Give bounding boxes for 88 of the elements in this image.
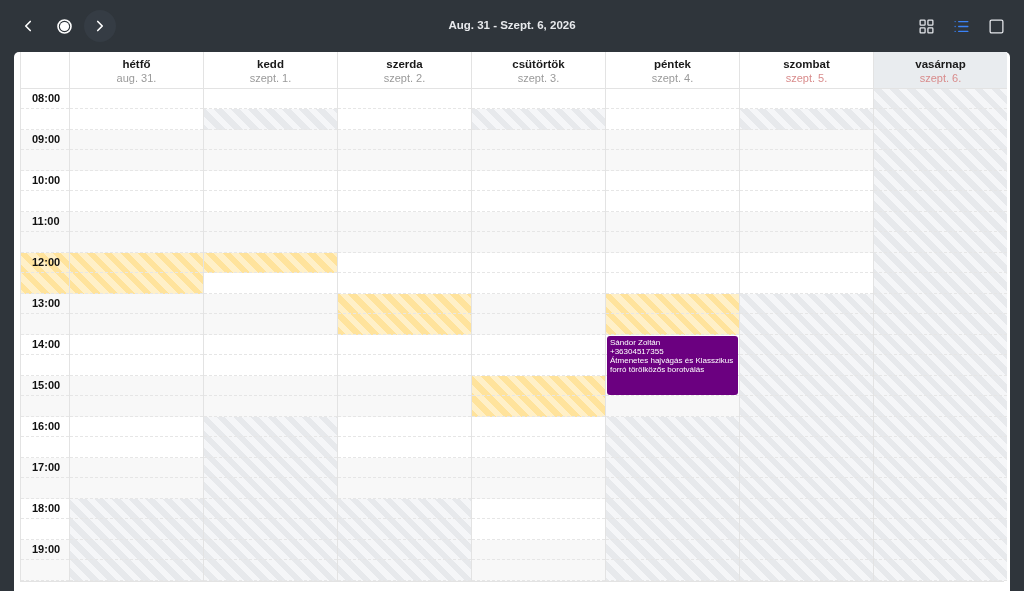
day-date: szept. 4. — [651, 71, 694, 85]
open-slot[interactable] — [338, 232, 471, 253]
day-name: péntek — [653, 57, 692, 71]
day-date: szept. 2. — [383, 71, 426, 85]
open-slot[interactable] — [70, 212, 203, 232]
day-name: csütörtök — [512, 57, 565, 71]
open-slot[interactable] — [472, 150, 605, 171]
day-name: hétfő — [122, 57, 151, 71]
open-slot[interactable] — [740, 150, 873, 171]
open-slot[interactable] — [472, 560, 605, 581]
open-slot[interactable] — [472, 478, 605, 499]
open-slot[interactable] — [204, 150, 337, 171]
open-slot[interactable] — [70, 478, 203, 499]
open-slot[interactable] — [472, 458, 605, 478]
open-slot[interactable] — [338, 478, 471, 499]
open-slot[interactable] — [204, 232, 337, 253]
break-slot[interactable] — [70, 273, 203, 294]
date-range-title: Aug. 31 - Szept. 6, 2026 — [448, 18, 576, 34]
break-slot[interactable] — [606, 314, 739, 335]
square-icon — [987, 17, 1005, 35]
open-slot[interactable] — [204, 294, 337, 314]
time-label: 19:00 — [32, 544, 61, 555]
service-description: Átmenetes hajvágás és Klasszikus forró törölközős borotválás — [610, 356, 735, 374]
break-slot[interactable] — [606, 294, 739, 314]
open-slot[interactable] — [606, 396, 739, 417]
open-slot[interactable] — [204, 376, 337, 396]
open-slot[interactable] — [204, 130, 337, 150]
open-slot[interactable] — [338, 150, 471, 171]
day-name: vasárnap — [915, 57, 966, 71]
radio-dot-icon — [56, 18, 72, 34]
open-slot[interactable] — [606, 150, 739, 171]
day-date: szept. 5. — [785, 71, 828, 85]
time-label: 12:00 — [32, 257, 61, 268]
open-slot[interactable] — [740, 130, 873, 150]
open-slot[interactable] — [70, 150, 203, 171]
time-label: 10:00 — [32, 175, 61, 186]
open-slot[interactable] — [472, 540, 605, 560]
open-slot[interactable] — [338, 376, 471, 396]
time-label: 18:00 — [32, 503, 61, 514]
time-label: 11:00 — [32, 216, 60, 227]
day-name: szerda — [386, 57, 423, 71]
time-label: 17:00 — [32, 462, 61, 473]
open-slot[interactable] — [338, 130, 471, 150]
open-slot[interactable] — [70, 376, 203, 396]
day-date: szept. 3. — [517, 71, 560, 85]
open-slot[interactable] — [472, 130, 605, 150]
open-slot[interactable] — [70, 314, 203, 335]
open-slot[interactable] — [204, 396, 337, 417]
time-label: 09:00 — [32, 134, 61, 145]
time-label: 08:00 — [32, 93, 61, 104]
grid-icon — [917, 17, 935, 35]
open-slot[interactable] — [740, 232, 873, 253]
open-slot[interactable] — [606, 232, 739, 253]
time-label: 15:00 — [32, 380, 61, 391]
open-slot[interactable] — [606, 212, 739, 232]
break-slot[interactable] — [338, 294, 471, 314]
time-label: 14:00 — [32, 339, 61, 350]
time-label: 16:00 — [32, 421, 61, 432]
day-date: aug. 31. — [116, 71, 157, 85]
open-slot[interactable] — [204, 212, 337, 232]
open-slot[interactable] — [472, 212, 605, 232]
open-slot[interactable] — [70, 232, 203, 253]
break-slot[interactable] — [472, 396, 605, 417]
open-slot[interactable] — [204, 314, 337, 335]
open-slot[interactable] — [740, 212, 873, 232]
open-slot[interactable] — [606, 130, 739, 150]
open-slot[interactable] — [338, 212, 471, 232]
break-slot[interactable] — [204, 253, 337, 273]
open-slot[interactable] — [472, 232, 605, 253]
open-slot[interactable] — [472, 294, 605, 314]
day-name: kedd — [257, 57, 284, 71]
break-slot[interactable] — [472, 376, 605, 396]
break-slot[interactable] — [70, 253, 203, 273]
day-date: szept. 6. — [919, 71, 962, 85]
day-name: szombat — [783, 57, 830, 71]
break-slot[interactable] — [338, 314, 471, 335]
open-slot[interactable] — [70, 458, 203, 478]
appointment-card[interactable]: Sándor Zoltán +36304517355 Átmenetes hajvágás és Klasszikus forró törölközős borotválás — [607, 336, 738, 395]
open-slot[interactable] — [338, 458, 471, 478]
day-date: szept. 1. — [249, 71, 292, 85]
client-phone: +36304517355 — [610, 347, 665, 356]
open-slot[interactable] — [70, 294, 203, 314]
open-slot[interactable] — [338, 396, 471, 417]
open-slot[interactable] — [70, 130, 203, 150]
client-name: Sándor Zoltán — [610, 338, 662, 347]
open-slot[interactable] — [70, 396, 203, 417]
open-slot[interactable] — [472, 314, 605, 335]
time-label: 13:00 — [32, 298, 61, 309]
